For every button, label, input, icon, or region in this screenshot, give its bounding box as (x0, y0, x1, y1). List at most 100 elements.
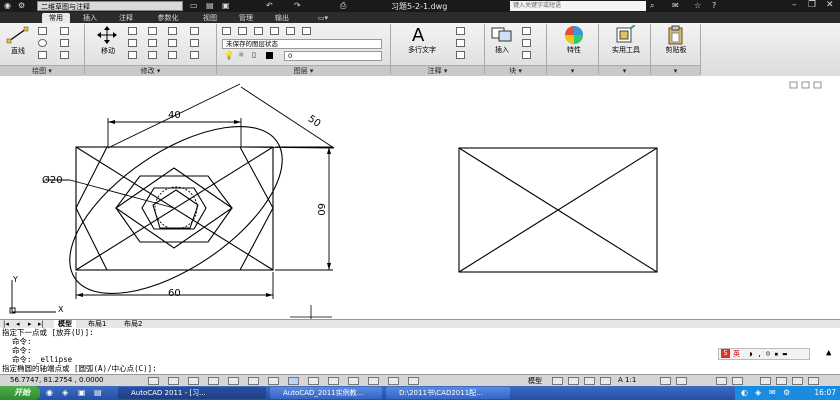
taskbar-item-tutorial[interactable]: AutoCAD_2011实例教... (270, 387, 382, 399)
leader-icon[interactable] (456, 39, 465, 47)
ortho-toggle[interactable] (208, 377, 219, 385)
circle-icon[interactable] (38, 39, 47, 47)
draw-panel-label[interactable]: 绘图 ▾ (0, 65, 84, 76)
undo-icon[interactable]: ↶ (266, 1, 273, 10)
arc-icon[interactable] (38, 51, 47, 59)
layer-state-dropdown[interactable]: 未保存的图层状态 (222, 39, 382, 49)
tray-icon[interactable]: ✉ (769, 388, 776, 397)
edit-attributes-icon[interactable] (522, 51, 531, 59)
tab-view[interactable]: 视图 (194, 13, 226, 23)
layer-isolate-icon[interactable] (238, 27, 247, 35)
coordinate-readout[interactable]: 56.7747, 81.2754 , 0.0000 (10, 376, 104, 384)
scale-icon[interactable] (148, 51, 157, 59)
minimize-icon[interactable]: – (792, 0, 797, 10)
save-icon[interactable]: ▣ (222, 1, 230, 10)
array-icon[interactable] (168, 51, 177, 59)
status-menu-icon[interactable] (792, 377, 803, 385)
move-tool-icon[interactable] (96, 26, 118, 44)
ribbon-toggle-icon[interactable]: ▭▾ (312, 13, 334, 23)
stretch-icon[interactable] (128, 51, 137, 59)
tab-home[interactable]: 常用 (42, 13, 70, 23)
create-block-icon[interactable] (522, 27, 531, 35)
explode-icon[interactable] (190, 27, 199, 35)
close-icon[interactable]: ✕ (826, 0, 834, 10)
ime-toolbar[interactable]: S 英 ◗ , ☺ ▪ ▬ (718, 348, 810, 360)
ellipse[interactable] (42, 94, 309, 319)
copy-icon[interactable] (168, 39, 177, 47)
tab-parametric[interactable]: 参数化 (146, 13, 190, 23)
viewport-controls[interactable] (789, 81, 822, 89)
modify-more-icon[interactable] (190, 51, 199, 59)
properties-panel-dropdown[interactable]: ▾ (547, 65, 598, 76)
offset-icon[interactable] (190, 39, 199, 47)
new-file-icon[interactable]: ▭ (190, 1, 198, 10)
erase-icon[interactable] (168, 27, 177, 35)
tray-icon[interactable]: ◐ (741, 388, 748, 397)
modify-panel-label[interactable]: 修改 ▾ (85, 65, 216, 76)
search-icon[interactable]: ⌕ (650, 1, 654, 11)
clipboard-panel-dropdown[interactable]: ▾ (651, 65, 700, 76)
snap-mode-toggle[interactable] (168, 377, 179, 385)
utilities-panel-dropdown[interactable]: ▾ (599, 65, 650, 76)
taskbar-item-folder[interactable]: D:\2011书\CAD2011配... (386, 387, 510, 399)
app-menu-icon[interactable]: ◉ (4, 1, 11, 10)
draw-more-icon[interactable] (60, 51, 69, 59)
quick-view-layouts-icon[interactable] (552, 377, 563, 385)
favorites-icon[interactable]: ☆ (694, 1, 701, 10)
polyline-icon[interactable] (38, 27, 47, 35)
tray-icon[interactable]: ⚙ (783, 388, 790, 397)
print-icon[interactable]: ⎙ (340, 1, 346, 11)
tab-manage[interactable]: 管理 (230, 13, 262, 23)
redo-icon[interactable]: ↷ (294, 1, 301, 10)
linear-dimension-icon[interactable] (456, 27, 465, 35)
clean-screen-icon[interactable] (808, 377, 819, 385)
ime-language-label[interactable]: 英 (733, 349, 740, 359)
workspace-switch-icon[interactable] (716, 377, 727, 385)
open-file-icon[interactable]: ▤ (206, 1, 214, 10)
ime-tools-icon[interactable]: ◗ , ☺ ▪ ▬ (749, 349, 787, 359)
polar-toggle[interactable] (228, 377, 239, 385)
help-icon[interactable]: ? (712, 1, 716, 10)
insert-block-icon[interactable] (490, 26, 514, 42)
trim-icon[interactable] (148, 27, 157, 35)
hatch-icon[interactable] (60, 39, 69, 47)
fillet-icon[interactable] (148, 39, 157, 47)
drawing-svg[interactable]: 40 60 50 60 Ø20 Y X (0, 76, 840, 319)
table-icon[interactable] (456, 51, 465, 59)
annotation-scale[interactable]: A 1:1 (618, 376, 636, 384)
rotate-icon[interactable] (128, 27, 137, 35)
dynamic-input-toggle[interactable] (328, 377, 339, 385)
layer-properties-icon[interactable] (222, 27, 231, 35)
rectangle-icon[interactable] (60, 27, 69, 35)
left-figure[interactable] (42, 94, 309, 319)
workspace-dropdown[interactable]: 二维草图与注释 (37, 1, 183, 11)
lineweight-toggle[interactable] (348, 377, 359, 385)
infer-constraints-toggle[interactable] (148, 377, 159, 385)
ducs-toggle[interactable] (308, 377, 319, 385)
layer-off-icon[interactable] (270, 27, 279, 35)
tab-output[interactable]: 输出 (266, 13, 298, 23)
3d-osnap-toggle[interactable] (268, 377, 279, 385)
otrack-toggle[interactable] (288, 377, 299, 385)
current-layer-dropdown[interactable]: 0 (284, 51, 382, 61)
auto-scale-icon[interactable] (676, 377, 687, 385)
search-input[interactable]: 键入关键字或短语 (510, 1, 646, 11)
model-space-label[interactable]: 模型 (528, 376, 542, 386)
transparency-toggle[interactable] (368, 377, 379, 385)
multiline-text-icon[interactable]: A (412, 25, 424, 46)
tab-insert[interactable]: 插入 (74, 13, 106, 23)
mirror-icon[interactable] (128, 39, 137, 47)
lock-ui-icon[interactable] (732, 377, 743, 385)
layer-freeze-icon[interactable] (254, 27, 263, 35)
command-window[interactable]: 指定下一点或 [放弃(U)]: 命令: 命令: 命令: _ellipse 指定椭… (0, 328, 840, 374)
edit-block-icon[interactable] (522, 39, 531, 47)
clipboard-icon[interactable] (666, 25, 686, 45)
annotation-visibility-icon[interactable] (660, 377, 671, 385)
quick-properties-toggle[interactable] (388, 377, 399, 385)
command-scroll-icon[interactable]: ▲ (826, 348, 831, 358)
quick-access-gear-icon[interactable]: ⚙ (18, 1, 25, 10)
isolate-objects-icon[interactable] (760, 377, 771, 385)
annotation-panel-label[interactable]: 注释 ▾ (391, 65, 484, 76)
line-tool-icon[interactable] (6, 26, 30, 44)
quicklaunch-icon[interactable]: ◉ (46, 388, 53, 397)
